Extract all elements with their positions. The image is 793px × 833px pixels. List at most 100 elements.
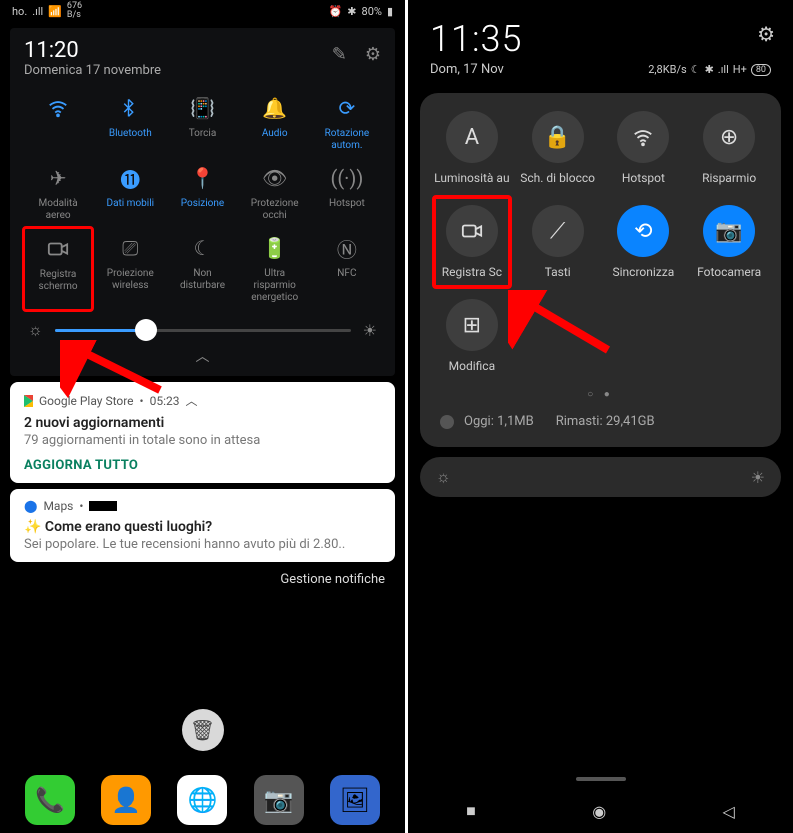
wifi-icon bbox=[617, 111, 669, 163]
redacted bbox=[89, 501, 117, 511]
qs-tile-hotspot[interactable]: ((·))Hotspot bbox=[313, 162, 381, 224]
qs-tile-battery[interactable]: 🔋Ultra risparmio energetico bbox=[241, 232, 309, 306]
contacts-app[interactable]: 👤 bbox=[101, 775, 151, 825]
wifi-icon bbox=[44, 94, 72, 122]
phone-left: ho. .ıll 📶 676 B/s ⏰ ✱ 80% ▮ 11:20 Domen… bbox=[0, 0, 405, 833]
clock[interactable]: 11:35 bbox=[430, 18, 771, 60]
qs-tile-slash[interactable]: ⟋Tasti bbox=[518, 205, 598, 279]
maps-icon: ⬤ bbox=[24, 499, 37, 513]
qs-tile-cast[interactable]: ⎚Proiezione wireless bbox=[96, 232, 164, 306]
qs-tile-airplane[interactable]: ✈Modalità aereo bbox=[24, 162, 92, 224]
cast-icon: ⎚ bbox=[116, 234, 144, 262]
quick-settings-panel: ALuminosità au🔒Sch. di bloccoHotspot⊕Ris… bbox=[420, 93, 781, 447]
qs-tile-rotate[interactable]: ⟳Rotazione autom. bbox=[313, 92, 381, 154]
battery-pct: 80% bbox=[362, 5, 382, 18]
manage-notifications[interactable]: Gestione notifiche bbox=[0, 568, 405, 591]
qs-tile-flashlight[interactable]: 📳Torcia bbox=[168, 92, 236, 154]
carrier: ho. bbox=[12, 5, 27, 18]
clock[interactable]: 11:20 bbox=[24, 38, 161, 63]
qs-tile-record[interactable]: Registra schermo bbox=[22, 226, 94, 312]
edit-icon[interactable]: ✎ bbox=[332, 44, 347, 65]
flashlight-icon: 📳 bbox=[188, 94, 216, 122]
page-indicator[interactable]: ○ ● bbox=[432, 389, 769, 400]
playstore-icon bbox=[24, 395, 33, 407]
settings-icon[interactable]: ⚙ bbox=[365, 44, 381, 65]
camera-icon: 📷 bbox=[703, 205, 755, 257]
chevron-up-icon[interactable]: ︿ bbox=[186, 392, 198, 409]
wifi-icon: 📶 bbox=[48, 5, 62, 18]
brightness-high-icon: ☀ bbox=[751, 468, 765, 487]
phone-right: 11:35 ⚙ Dom, 17 Nov 2,8KB/s ☾ ✱ .ıll H+ … bbox=[408, 0, 793, 833]
bluetooth-icon: ✱ bbox=[347, 5, 356, 18]
lock-icon: 🔒 bbox=[532, 111, 584, 163]
dock: 📞 👤 🌐 📷 🖼 bbox=[0, 775, 405, 825]
qs-tile-sync[interactable]: ⟲Sincronizza bbox=[604, 205, 684, 279]
qs-tile-record[interactable]: Registra Sc bbox=[432, 205, 512, 279]
brightness-low-icon: ☼ bbox=[28, 320, 43, 340]
battery-icon: 80 bbox=[751, 64, 771, 76]
signal-icon: .ıll bbox=[32, 5, 43, 18]
qs-tile-data[interactable]: ⓫Dati mobili bbox=[96, 162, 164, 224]
qs-tile-bluetooth[interactable]: Bluetooth bbox=[96, 92, 164, 154]
nfc-icon: Ⓝ bbox=[333, 234, 361, 262]
qs-tile-camera[interactable]: 📷Fotocamera bbox=[689, 205, 769, 279]
battery-icon: ▮ bbox=[387, 5, 393, 18]
brightness-slider[interactable]: ☼ ☀ bbox=[420, 457, 781, 497]
brightness-high-icon: ☀ bbox=[363, 321, 377, 340]
qs-tile-eye[interactable]: 👁Protezione occhi bbox=[241, 162, 309, 224]
quick-settings-panel: 11:20 Domenica 17 novembre ✎ ⚙ Bluetooth… bbox=[10, 28, 395, 376]
qs-tile-nfc[interactable]: ⓃNFC bbox=[313, 232, 381, 306]
home-button[interactable]: ◉ bbox=[592, 802, 606, 821]
rotate-icon: ⟳ bbox=[333, 94, 361, 122]
camera-app[interactable]: 📷 bbox=[254, 775, 304, 825]
navigation-bar: ■ ◉ ◁ bbox=[408, 789, 793, 833]
location-icon: 📍 bbox=[188, 164, 216, 192]
record-icon bbox=[446, 205, 498, 257]
recents-button[interactable]: ■ bbox=[466, 801, 476, 821]
collapse-icon[interactable]: ︿ bbox=[24, 346, 381, 366]
alarm-icon: ⏰ bbox=[329, 5, 343, 18]
signal-icon: .ıll bbox=[718, 63, 729, 76]
chrome-app[interactable]: 🌐 bbox=[177, 775, 227, 825]
data-icon: ⓫ bbox=[116, 164, 144, 192]
qs-tile-lock[interactable]: 🔒Sch. di blocco bbox=[518, 111, 598, 185]
date[interactable]: Domenica 17 novembre bbox=[24, 63, 161, 78]
airplane-icon: ✈ bbox=[44, 164, 72, 192]
eye-icon: 👁 bbox=[261, 164, 289, 192]
bluetooth-icon: ✱ bbox=[705, 63, 714, 76]
notification-playstore[interactable]: Google Play Store • 05:23 ︿ 2 nuovi aggi… bbox=[10, 382, 395, 483]
grid-icon: ⊞ bbox=[446, 299, 498, 351]
qs-tile-wifi[interactable]: Hotspot bbox=[604, 111, 684, 185]
update-all-button[interactable]: AGGIORNA TUTTO bbox=[24, 458, 381, 473]
date[interactable]: Dom, 17 Nov bbox=[430, 62, 504, 77]
record-icon bbox=[44, 235, 72, 263]
A-icon: A bbox=[446, 111, 498, 163]
phone-app[interactable]: 📞 bbox=[25, 775, 75, 825]
moon-icon: ☾ bbox=[691, 63, 701, 76]
data-icon bbox=[440, 415, 454, 429]
qs-tile-bell[interactable]: 🔔Audio bbox=[241, 92, 309, 154]
bell-icon: 🔔 bbox=[261, 94, 289, 122]
moon-icon: ☾ bbox=[188, 234, 216, 262]
qs-tile-grid[interactable]: ⊞Modifica bbox=[432, 299, 512, 373]
qs-tile-wifi[interactable] bbox=[24, 92, 92, 154]
slider-thumb[interactable] bbox=[135, 319, 157, 341]
slash-icon: ⟋ bbox=[532, 205, 584, 257]
clear-all-button[interactable]: 🗑 bbox=[182, 709, 224, 751]
settings-icon[interactable]: ⚙ bbox=[757, 22, 775, 46]
status-bar: ho. .ıll 📶 676 B/s ⏰ ✱ 80% ▮ bbox=[0, 0, 405, 22]
back-button[interactable]: ◁ bbox=[723, 802, 735, 821]
bluetooth-icon bbox=[116, 94, 144, 122]
data-usage[interactable]: Oggi: 1,1MB Rimasti: 29,41GB bbox=[432, 414, 769, 429]
gallery-app[interactable]: 🖼 bbox=[330, 775, 380, 825]
qs-tile-location[interactable]: 📍Posizione bbox=[168, 162, 236, 224]
qs-tile-plus[interactable]: ⊕Risparmio bbox=[689, 111, 769, 185]
plus-icon: ⊕ bbox=[703, 111, 755, 163]
brightness-slider[interactable]: ☼ ☀ bbox=[24, 320, 381, 340]
battery-icon: 🔋 bbox=[261, 234, 289, 262]
qs-tile-moon[interactable]: ☾Non disturbare bbox=[168, 232, 236, 306]
qs-tile-A[interactable]: ALuminosità au bbox=[432, 111, 512, 185]
drag-handle[interactable] bbox=[576, 777, 626, 781]
notification-maps[interactable]: ⬤ Maps • ✨ Come erano questi luoghi? Sei… bbox=[10, 489, 395, 562]
brightness-low-icon: ☼ bbox=[436, 467, 451, 487]
